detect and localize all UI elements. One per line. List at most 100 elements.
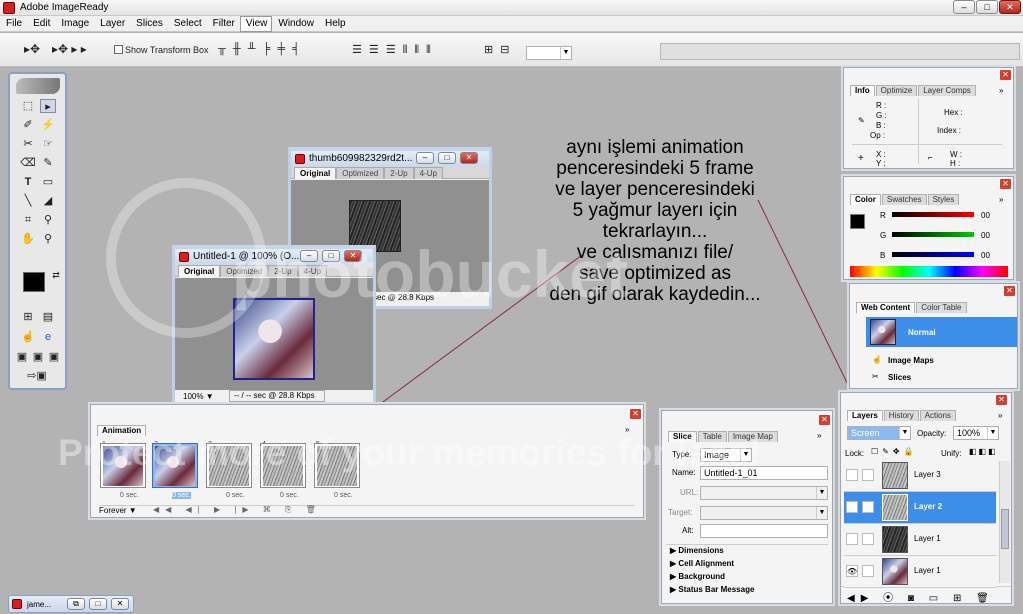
- panel-close-icon[interactable]: ✕: [1000, 179, 1011, 189]
- close-button[interactable]: ✕: [111, 598, 129, 610]
- tab-actions[interactable]: Actions: [919, 410, 956, 421]
- panel-close-icon[interactable]: ✕: [819, 415, 830, 425]
- chevron-down-icon: ▼: [987, 427, 998, 439]
- panel-close-icon[interactable]: ✕: [630, 409, 641, 419]
- info-b-label: B :: [876, 121, 886, 130]
- layers-footer-buttons[interactable]: ◀▶ ⦿ ◙ ▭ ⊞ 🗑: [841, 586, 1011, 604]
- channel-b-value[interactable]: 00: [981, 251, 990, 260]
- tab-slice[interactable]: Slice: [668, 431, 697, 442]
- panel-menu-icon[interactable]: »: [625, 425, 629, 434]
- brush-icon[interactable]: [862, 501, 874, 513]
- blue-slider[interactable]: [892, 252, 974, 257]
- opacity-input[interactable]: 100% ▼: [953, 426, 999, 440]
- loop-select[interactable]: Forever ▼: [99, 506, 137, 515]
- loop-text: Forever: [99, 506, 127, 515]
- tab-swatches[interactable]: Swatches: [881, 194, 927, 205]
- tab-color-table[interactable]: Color Table: [916, 302, 967, 313]
- layer-row[interactable]: 👁 Layer 1: [844, 556, 996, 588]
- unify-icons[interactable]: ◧◧◧: [969, 447, 998, 456]
- blend-mode-select[interactable]: Screen ▼: [847, 426, 911, 440]
- layer-row[interactable]: Layer 1: [844, 524, 996, 556]
- tab-table[interactable]: Table: [697, 431, 727, 442]
- web-item-slices[interactable]: Slices: [888, 373, 911, 382]
- link-toggle[interactable]: [862, 469, 874, 481]
- tab-layers[interactable]: Layers: [847, 410, 883, 421]
- annotation-note: aynı işlemi animation penceresindeki 5 f…: [490, 137, 820, 305]
- slice-name-input[interactable]: Untitled-1_01: [700, 466, 828, 480]
- slice-alt-input[interactable]: [700, 524, 828, 538]
- tab-layer-comps[interactable]: Layer Comps: [918, 85, 976, 96]
- slice-name-value: Untitled-1_01: [704, 468, 758, 478]
- panel-close-icon[interactable]: ✕: [1000, 70, 1011, 80]
- channel-g-label: G: [880, 231, 887, 240]
- visibility-toggle[interactable]: [846, 533, 858, 545]
- animation-frame-2[interactable]: [152, 443, 198, 488]
- tab-styles[interactable]: Styles: [927, 194, 960, 205]
- panel-close-icon[interactable]: ✕: [1004, 286, 1015, 296]
- minimized-document[interactable]: jame... ⧉ □ ✕: [8, 595, 134, 613]
- web-item-image-maps[interactable]: Image Maps: [888, 356, 934, 365]
- frame-delay[interactable]: 0 sec.: [334, 492, 353, 499]
- web-item-normal[interactable]: Normal: [866, 317, 1017, 347]
- link-toggle[interactable]: [862, 533, 874, 545]
- section-label: Status Bar Message: [678, 585, 755, 594]
- section-status-bar-message[interactable]: ▶ Status Bar Message: [670, 585, 754, 594]
- chevron-down-icon: ▼: [816, 487, 827, 499]
- animation-frame-3[interactable]: [206, 443, 252, 488]
- eye-icon[interactable]: 👁: [846, 501, 858, 513]
- layer-name: Layer 2: [914, 502, 943, 511]
- tab-history[interactable]: History: [883, 410, 919, 421]
- tab-web-content[interactable]: Web Content: [856, 302, 916, 313]
- panel-menu-icon[interactable]: »: [998, 411, 1002, 420]
- section-cell-alignment[interactable]: ▶ Cell Alignment: [670, 559, 734, 568]
- color-foreground-swatch[interactable]: [850, 214, 865, 229]
- channel-r-label: R: [880, 211, 886, 220]
- frame-delay[interactable]: 0 sec.: [120, 492, 139, 499]
- note-line: ve layer penceresindeki: [555, 179, 755, 200]
- web-item-label: Normal: [908, 328, 936, 337]
- frame-image: [209, 446, 249, 486]
- slice-name-label: Name:: [672, 468, 696, 477]
- info-y-label: Y :: [876, 159, 886, 168]
- panel-close-icon[interactable]: ✕: [996, 395, 1007, 405]
- channel-r-value[interactable]: 00: [981, 211, 990, 220]
- animation-frame-1[interactable]: [100, 443, 146, 488]
- frame-delay[interactable]: 0 sec.: [280, 492, 299, 499]
- tab-animation[interactable]: Animation: [97, 425, 147, 436]
- tab-optimize[interactable]: Optimize: [875, 85, 918, 96]
- restore-button[interactable]: ⧉: [67, 598, 85, 610]
- green-slider[interactable]: [892, 232, 974, 237]
- slice-type-select[interactable]: Image ▼: [700, 448, 752, 462]
- layer-thumb: [882, 558, 908, 585]
- layer-row-selected[interactable]: 👁 Layer 2: [844, 492, 996, 524]
- animation-frame-4[interactable]: [260, 443, 306, 488]
- layer-row[interactable]: Layer 3: [844, 460, 996, 492]
- frame-delay[interactable]: 0 sec.: [172, 492, 191, 499]
- lock-icons[interactable]: ☐✎✥🔒: [871, 447, 918, 456]
- maximize-button[interactable]: □: [89, 598, 107, 610]
- tab-color[interactable]: Color: [850, 194, 881, 205]
- panel-menu-icon[interactable]: »: [817, 431, 821, 440]
- color-ramp[interactable]: [850, 266, 1008, 277]
- frame-delay[interactable]: 0 sec.: [226, 492, 245, 499]
- tab-info[interactable]: Info: [850, 85, 875, 96]
- web-content-panel: ✕ Web Content Color Table Normal ☝ Image …: [849, 283, 1018, 389]
- tab-image-map[interactable]: Image Map: [727, 431, 778, 442]
- red-slider[interactable]: [892, 212, 974, 217]
- eye-icon[interactable]: 👁: [846, 565, 858, 577]
- channel-g-value[interactable]: 00: [981, 231, 990, 240]
- visibility-toggle[interactable]: [846, 469, 858, 481]
- slice-url-input[interactable]: ▼: [700, 486, 828, 500]
- slice-target-input[interactable]: ▼: [700, 506, 828, 520]
- panel-menu-icon[interactable]: »: [999, 86, 1003, 95]
- layers-scrollbar[interactable]: [999, 461, 1010, 583]
- lock-label: Lock:: [845, 449, 865, 458]
- info-r-label: R :: [876, 101, 887, 110]
- panel-menu-icon[interactable]: »: [999, 195, 1003, 204]
- playback-controls[interactable]: ◀◀ ◀| ▶ |▶ ⌘ ⎘ 🗑: [153, 505, 322, 515]
- section-dimensions[interactable]: ▶ Dimensions: [670, 546, 724, 555]
- section-background[interactable]: ▶ Background: [670, 572, 725, 581]
- link-toggle[interactable]: [862, 565, 874, 577]
- info-h-label: H :: [950, 159, 961, 168]
- animation-frame-5[interactable]: [314, 443, 360, 488]
